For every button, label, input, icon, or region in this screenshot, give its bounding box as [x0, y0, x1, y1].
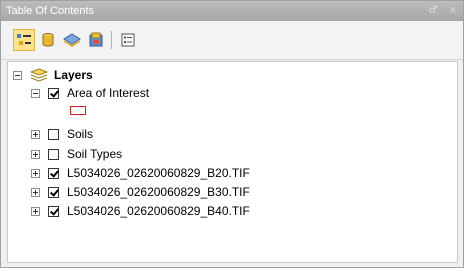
toc-tree: Layers Area of Interest Soils Soil Types…	[7, 61, 458, 263]
toolbar-separator	[111, 31, 112, 49]
layer-item-b40[interactable]: L5034026_02620060829_B40.TIF	[31, 202, 250, 220]
list-by-source-icon	[42, 33, 54, 47]
layer-visibility-checkbox[interactable]	[48, 167, 59, 179]
table-of-contents-window: Table Of Contents ♂ × Layers Area of Int…	[0, 0, 464, 268]
collapse-icon[interactable]	[13, 70, 22, 80]
layer-item-soils[interactable]: Soils	[31, 125, 93, 143]
expand-icon[interactable]	[31, 149, 40, 159]
expand-icon[interactable]	[31, 206, 40, 216]
layer-label: Area of Interest	[67, 86, 150, 100]
layer-label: Soils	[67, 127, 94, 141]
list-by-source-button[interactable]	[37, 29, 59, 51]
layer-visibility-checkbox[interactable]	[48, 87, 59, 99]
layers-root-label: Layers	[54, 68, 93, 82]
collapse-icon[interactable]	[31, 88, 40, 98]
list-by-drawing-order-icon	[17, 34, 31, 45]
window-title: Table Of Contents	[6, 5, 95, 17]
layer-label: L5034026_02620060829_B30.TIF	[67, 185, 250, 199]
options-button[interactable]	[117, 29, 139, 51]
layer-visibility-checkbox[interactable]	[48, 148, 59, 160]
toc-toolbar	[1, 21, 463, 60]
list-by-visibility-button[interactable]	[61, 29, 83, 51]
pin-icon[interactable]: ♂	[428, 5, 437, 16]
layer-item-b30[interactable]: L5034026_02620060829_B30.TIF	[31, 183, 250, 201]
list-by-drawing-order-button[interactable]	[13, 29, 35, 51]
expand-icon[interactable]	[31, 187, 40, 197]
polygon-symbol-swatch[interactable]	[70, 106, 86, 115]
layer-visibility-checkbox[interactable]	[48, 205, 59, 217]
layer-label: Soil Types	[67, 147, 123, 161]
close-icon[interactable]: ×	[449, 5, 457, 16]
expand-icon[interactable]	[31, 168, 40, 178]
layer-label: L5034026_02620060829_B20.TIF	[67, 166, 250, 180]
expand-icon[interactable]	[31, 129, 40, 139]
list-by-selection-icon	[89, 32, 103, 47]
layer-visibility-checkbox[interactable]	[48, 128, 59, 140]
layer-item-area-of-interest[interactable]: Area of Interest	[31, 84, 149, 102]
list-by-selection-button[interactable]	[85, 29, 107, 51]
layer-label: L5034026_02620060829_B40.TIF	[67, 204, 250, 218]
list-by-visibility-icon	[63, 33, 81, 47]
layer-item-b20[interactable]: L5034026_02620060829_B20.TIF	[31, 164, 250, 182]
layers-icon	[30, 68, 48, 82]
layer-visibility-checkbox[interactable]	[48, 186, 59, 198]
tree-root-layers[interactable]: Layers	[13, 66, 93, 84]
options-icon	[121, 33, 135, 47]
title-bar[interactable]: Table Of Contents ♂ ×	[1, 1, 463, 21]
layer-item-soil-types[interactable]: Soil Types	[31, 145, 122, 163]
